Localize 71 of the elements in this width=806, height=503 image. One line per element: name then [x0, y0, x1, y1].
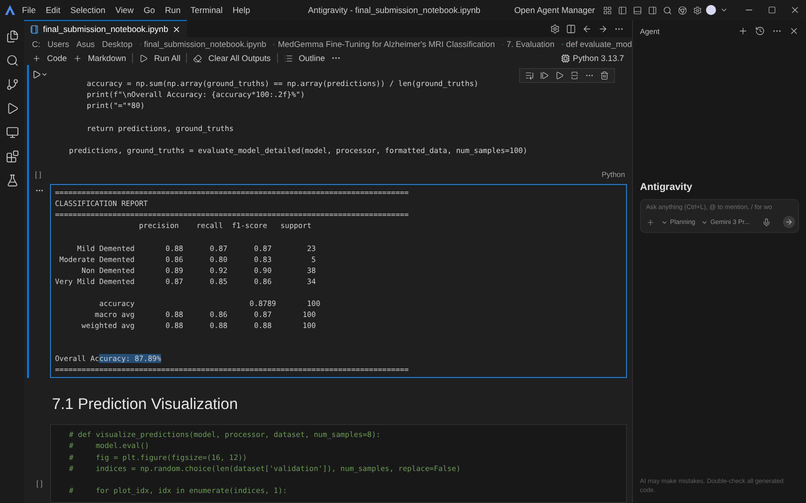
toolbar-button[interactable]: Clear All Outputs — [208, 53, 271, 63]
run-cell-button[interactable] — [32, 70, 48, 79]
run-icon — [32, 70, 40, 79]
toolbar-button[interactable]: Run All — [154, 53, 180, 63]
menu-item[interactable]: Help — [228, 5, 254, 15]
breadcrumb[interactable]: C: — [32, 39, 40, 49]
logo-icon — [4, 4, 16, 16]
secondary-sidebar-icon[interactable] — [648, 6, 657, 14]
toolbar-button[interactable]: Markdown — [88, 53, 126, 63]
back-icon[interactable] — [582, 24, 592, 34]
forward-icon[interactable] — [598, 24, 608, 34]
menu-item[interactable]: File — [18, 5, 40, 15]
delete-icon[interactable] — [600, 71, 609, 80]
microphone-icon[interactable] — [762, 218, 771, 226]
menu-item[interactable]: Go — [140, 5, 159, 15]
agent-manager-link[interactable]: Open Agent Manager — [514, 5, 595, 15]
flask-icon[interactable] — [6, 174, 18, 187]
breadcrumb[interactable]: Desktop — [102, 39, 132, 49]
menu-item[interactable]: Run — [160, 5, 185, 15]
toolbar-button[interactable]: Code — [47, 53, 67, 63]
breadcrumb[interactable]: Asus — [76, 39, 95, 49]
window-title: Antigravity - final_submission_notebook.ipynb — [306, 5, 480, 15]
plus-icon[interactable] — [738, 26, 748, 36]
run-above-icon[interactable] — [525, 71, 534, 80]
run-below-icon[interactable] — [555, 71, 564, 80]
layout-icon[interactable] — [603, 6, 612, 14]
explorer-icon[interactable] — [6, 30, 18, 43]
run-icon[interactable] — [540, 71, 549, 80]
menu-item[interactable]: Terminal — [186, 5, 227, 15]
kernel-picker[interactable]: Python 3.13.7 — [560, 53, 624, 63]
editor-tab[interactable]: final_submission_notebook.ipynb — [24, 20, 188, 37]
menu-item[interactable]: Edit — [42, 5, 64, 15]
toolbar-button[interactable]: Outline — [298, 53, 325, 63]
close-icon[interactable] — [789, 26, 799, 36]
plus-icon — [32, 54, 41, 62]
menu-item[interactable]: View — [111, 5, 138, 15]
breadcrumb[interactable]: final_submission_notebook.ipynb — [144, 39, 266, 49]
restore-icon[interactable] — [768, 6, 776, 14]
sidebar-toggle-icon[interactable] — [618, 6, 627, 14]
close-icon[interactable] — [790, 5, 800, 15]
search-icon[interactable] — [6, 54, 18, 67]
code-cell[interactable] — [27, 65, 627, 378]
send-button[interactable] — [783, 216, 795, 228]
plus-icon — [72, 54, 82, 62]
run-icon — [139, 54, 148, 62]
history-icon[interactable] — [755, 26, 765, 36]
breadcrumb[interactable]: Users — [48, 39, 70, 49]
settings-icon[interactable] — [550, 24, 560, 34]
extensions-icon[interactable] — [6, 150, 18, 163]
menu-item[interactable]: Selection — [66, 5, 110, 15]
markdown-heading: 7.1 Prediction Visualization — [51, 395, 239, 416]
search-icon[interactable] — [663, 6, 672, 14]
arrow-icon — [785, 218, 793, 226]
chip-icon — [560, 54, 570, 62]
settings-icon[interactable] — [693, 6, 702, 14]
remote-icon[interactable] — [6, 126, 18, 139]
close-icon[interactable] — [172, 24, 182, 34]
breadcrumb[interactable]: 7. Evaluation — [506, 39, 554, 49]
list-icon — [284, 54, 293, 62]
run-debug-icon[interactable] — [6, 102, 18, 115]
source-control-icon[interactable] — [6, 78, 18, 91]
avatar[interactable] — [706, 5, 716, 15]
plus-icon[interactable] — [646, 218, 655, 226]
clear-icon — [193, 54, 202, 62]
split-editor-icon[interactable] — [566, 24, 576, 34]
breadcrumb[interactable]: MedGemma Fine-Tuning for Alzheimer's MRI Classification — [278, 39, 495, 49]
agent-title: Antigravity — [640, 182, 694, 193]
split-cell-icon[interactable] — [570, 71, 579, 80]
breadcrumb[interactable]: def evaluate_mod — [566, 39, 632, 49]
browser-icon[interactable] — [678, 6, 687, 14]
panel-toggle-icon[interactable] — [633, 6, 642, 14]
